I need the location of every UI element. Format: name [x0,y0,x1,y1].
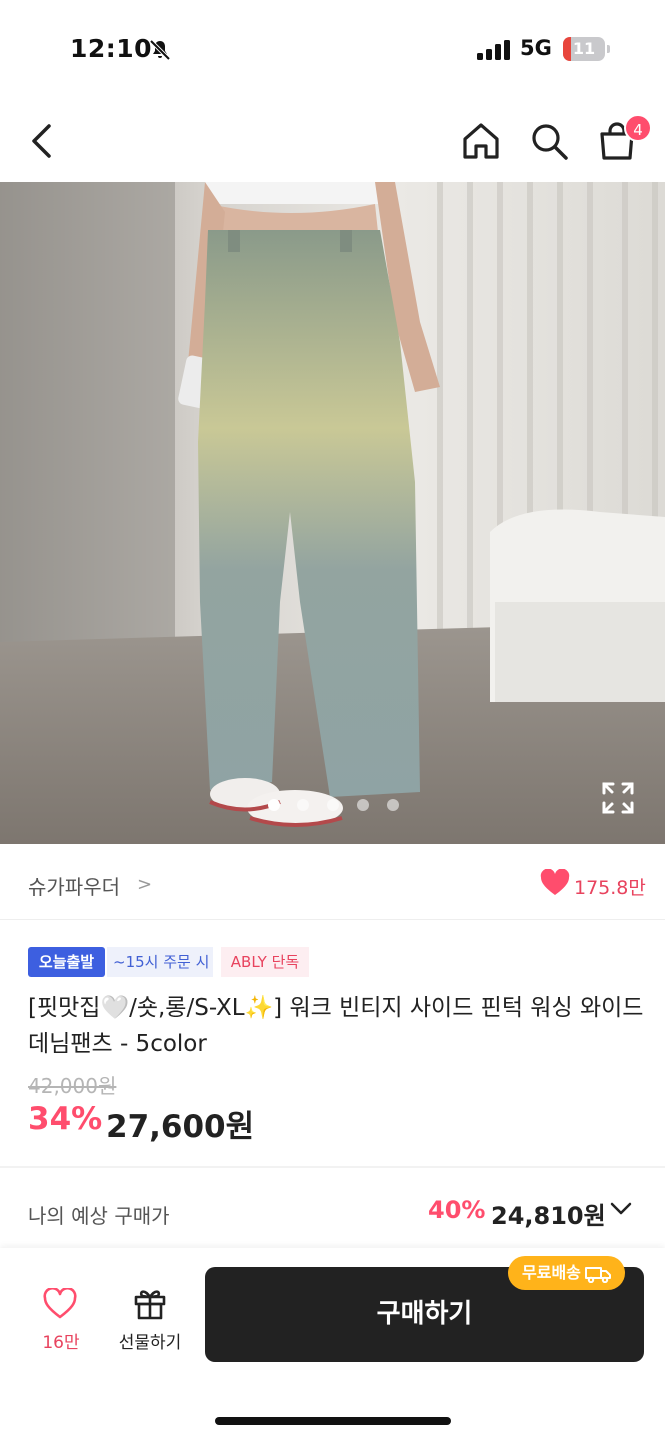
home-indicator [215,1417,451,1425]
wishlist-count: 16만 [42,1333,80,1353]
product-title: [핏맛집🤍/숏,롱/S-XL✨] 워크 빈티지 사이드 핀턱 워싱 와이드 데님… [28,995,644,1057]
expected-price: 24,810원 [491,1202,606,1230]
store-like-count: 175.8만 [574,877,646,899]
product-image[interactable] [0,182,665,844]
expected-discount-rate: 40% [428,1196,486,1224]
expected-price-row[interactable]: 나의 예상 구매가 40% 24,810원 [0,1168,665,1248]
cart-count-badge: 4 [624,114,652,142]
purchase-bar: 16만 선물하기 구매하기 무료배송 [0,1248,665,1440]
gallery-dot[interactable] [357,799,369,811]
search-icon[interactable] [528,120,570,162]
gallery-dot[interactable] [297,799,309,811]
battery-level: 11 [572,39,596,58]
network-label: 5G [520,36,552,60]
store-name[interactable]: 슈가파우더 [28,871,120,900]
gallery-dot[interactable] [327,799,339,811]
order-time-badge: ~15시 주문 시 [107,947,213,977]
chevron-right-icon: > [137,874,153,895]
gift-label: 선물하기 [118,1333,182,1353]
discount-rate: 34% [28,1101,103,1137]
heart-outline-icon [43,1288,77,1319]
fullscreen-icon[interactable] [600,780,636,816]
original-price: 42,000원 [28,1074,117,1098]
gift-button[interactable]: 선물하기 [108,1282,192,1354]
battery-icon: 11 [563,37,605,61]
today-shipping-badge: 오늘출발 [28,947,105,977]
wishlist-button[interactable]: 16만 [26,1284,96,1354]
back-icon[interactable] [22,120,64,162]
status-time: 12:10 [70,34,153,63]
chevron-down-icon[interactable] [610,1202,632,1216]
store-row[interactable]: 슈가파우더 > 175.8만 [0,844,665,920]
top-nav: 4 [0,100,665,182]
free-shipping-label: 무료배송 [522,1263,581,1282]
free-shipping-badge: 무료배송 [508,1256,625,1290]
gallery-dot[interactable] [268,799,280,811]
status-bar: 12:10 5G 11 [0,0,665,100]
gallery-dots [0,799,665,813]
expected-price-label: 나의 예상 구매가 [28,1204,170,1228]
ably-exclusive-badge: ABLY 단독 [221,947,309,977]
product-photo [0,182,665,844]
gift-icon [134,1290,166,1320]
heart-icon[interactable] [540,869,570,897]
sale-price: 27,600원 [106,1109,255,1145]
truck-icon [584,1266,611,1283]
gallery-dot[interactable] [387,799,399,811]
bell-off-icon [149,39,171,61]
home-icon[interactable] [460,120,502,162]
signal-icon [477,40,510,60]
